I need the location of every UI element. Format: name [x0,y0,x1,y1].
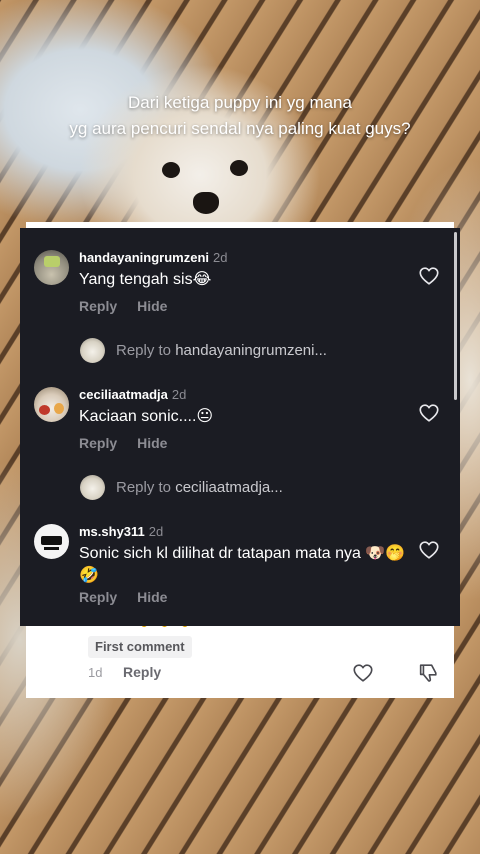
comment-body: Sonic sich kl dilihat dr tatapan mata ny… [79,545,361,562]
reply-button[interactable]: Reply [123,664,161,680]
comment-time: 2d [171,387,187,402]
comment-username[interactable]: ceciliaatmadja 2d [79,387,186,402]
reply-button[interactable]: Reply [79,435,117,451]
avatar [80,338,105,363]
comment-text: Kaciaan sonic....😐 [79,406,409,428]
scrollbar[interactable] [454,232,457,400]
avatar [80,475,105,500]
comments-panel: handayaningrumzeni 2d Yang tengah sis😂 Re… [20,228,460,626]
thumbs-down-icon[interactable] [417,662,439,684]
video-caption-line-2: yg aura pencuri sendal nya paling kuat g… [69,119,411,138]
puppy-eye [230,160,248,176]
comment-body: Yang tengah sis [79,271,193,288]
avatar[interactable] [34,387,69,422]
avatar[interactable] [34,250,69,285]
reply-to-target: ceciliaatmadja... [175,479,283,496]
hide-button[interactable]: Hide [137,435,167,451]
comment-actions: Reply Hide [79,298,187,314]
username-text[interactable]: ms.shy311 [79,524,145,539]
username-text[interactable]: ceciliaatmadja [79,387,168,402]
reply-button[interactable]: Reply [79,589,117,605]
reply-to-label: Reply to handayaningrumzeni... [116,342,327,359]
heart-icon[interactable] [352,662,374,684]
reply-to-target: handayaningrumzeni... [175,342,327,359]
laughing-emoji: 😂 [192,271,212,288]
reply-to-input[interactable]: Reply to handayaningrumzeni... [80,338,400,364]
reply-to-input[interactable]: Reply to ceciliaatmadja... [80,475,340,501]
username-text[interactable]: handayaningrumzeni [79,250,209,265]
hide-button[interactable]: Hide [137,298,167,314]
comment-time: 2d [213,250,228,265]
comment-text: Sonic sich kl dilihat dr tatapan mata ny… [79,543,409,587]
reply-to-prefix: Reply to [116,342,172,359]
hide-button[interactable]: Hide [137,589,167,605]
neutral-face-emoji: 😐 [196,408,214,425]
first-comment-badge: First comment [88,636,192,658]
comment-actions: Reply Hide [79,435,187,451]
heart-icon[interactable] [418,539,440,561]
comment-time: 1d [88,665,103,680]
puppy-nose [193,192,219,214]
reply-button[interactable]: Reply [79,298,117,314]
comment-actions: Reply Hide [79,589,187,605]
reply-to-label: Reply to ceciliaatmadja... [116,479,283,496]
reply-to-prefix: Reply to [116,479,172,496]
comment-text: Yang tengah sis😂 [79,269,409,291]
avatar[interactable] [34,524,69,559]
heart-icon[interactable] [418,402,440,424]
comment-username[interactable]: handayaningrumzeni 2d [79,250,228,265]
comment-body: Kaciaan sonic.... [79,408,197,425]
video-caption-line-1: Dari ketiga puppy ini yg mana [128,93,352,112]
puppy-eye [162,162,180,178]
comment-time: 2d [148,524,164,539]
heart-icon[interactable] [418,265,440,287]
comment-username[interactable]: ms.shy311 2d [79,524,163,539]
